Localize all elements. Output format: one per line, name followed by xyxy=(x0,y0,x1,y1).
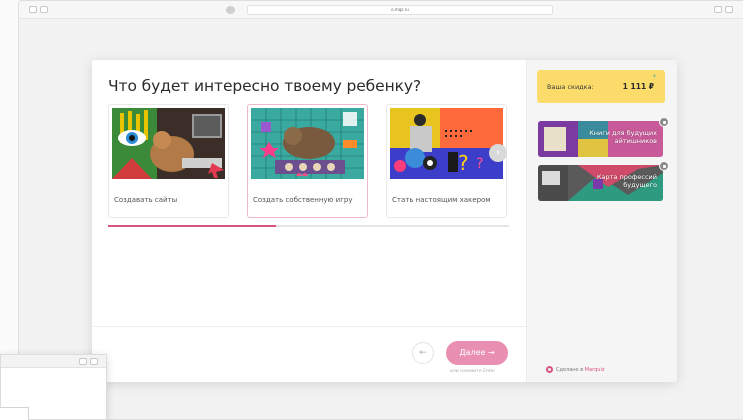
window-controls xyxy=(29,6,48,13)
option-image: ? ? xyxy=(390,108,503,179)
bonus-card-map[interactable]: Карта профессий будущего xyxy=(538,165,663,201)
back-button[interactable]: ← xyxy=(412,342,434,364)
next-button[interactable]: Далее → xyxy=(446,341,508,365)
sparkle-icon: ✦ xyxy=(651,73,657,80)
marquiz-logo-icon xyxy=(546,366,553,373)
option-card-websites[interactable]: Создавать сайты xyxy=(108,104,229,218)
svg-text:?: ? xyxy=(458,151,469,175)
quiz-sidebar: ✦ Ваша скидка: 1 111 ₽ Книги для будущих… xyxy=(526,60,677,382)
lock-icon xyxy=(659,117,669,127)
quiz-card: Что будет интересно твоему ребенку? Созд… xyxy=(92,60,677,382)
bonus-label: Карта профессий будущего xyxy=(596,173,657,189)
chevron-right-icon: › xyxy=(496,147,500,158)
browser-actions xyxy=(714,6,733,13)
progress-fill xyxy=(108,225,277,227)
lock-icon xyxy=(659,161,669,171)
question-title: Что будет интересно твоему ребенку? xyxy=(108,77,422,95)
option-image xyxy=(112,108,225,179)
quiz-main: Что будет интересно твоему ребенку? Созд… xyxy=(92,60,526,382)
option-label: Стать настоящим хакером xyxy=(392,196,491,204)
option-card-game[interactable]: Создать собственную игру xyxy=(247,104,368,218)
extension-button[interactable] xyxy=(714,6,722,13)
background-window-titlebar xyxy=(1,355,106,368)
discount-box: ✦ Ваша скидка: 1 111 ₽ xyxy=(537,70,665,103)
address-bar[interactable]: o.mqz.ru xyxy=(247,5,553,15)
window-control-button[interactable] xyxy=(79,358,87,365)
bonus-card-books[interactable]: Книги для будущих айтишников xyxy=(538,121,663,157)
discount-label: Ваша скидка: xyxy=(547,83,594,91)
svg-text:?: ? xyxy=(476,156,483,172)
made-with-link[interactable]: Сделано в Marquiz xyxy=(556,367,604,373)
enter-hint: или нажмите Enter xyxy=(450,369,496,374)
carousel-next-button[interactable]: › xyxy=(489,144,507,162)
made-with-prefix: Сделано в xyxy=(556,367,585,373)
made-with-brand: Marquiz xyxy=(584,367,605,373)
option-image xyxy=(251,108,364,179)
background-window-field xyxy=(0,407,29,420)
window-control-button[interactable] xyxy=(29,6,37,13)
option-card-hacker[interactable]: ? ? Стать настоящим хакером xyxy=(386,104,507,218)
window-control-button[interactable] xyxy=(90,358,98,365)
window-control-button[interactable] xyxy=(40,6,48,13)
menu-button[interactable] xyxy=(725,6,733,13)
progress-bar xyxy=(108,225,509,227)
shield-icon xyxy=(226,6,235,14)
option-label: Создавать сайты xyxy=(114,196,178,204)
discount-value: 1 111 ₽ xyxy=(622,82,654,91)
arrow-left-icon: ← xyxy=(419,348,427,358)
background-window xyxy=(0,354,107,420)
browser-titlebar: o.mqz.ru xyxy=(19,1,743,19)
footer-divider xyxy=(92,326,526,327)
bonus-label: Книги для будущих айтишников xyxy=(589,129,657,145)
option-label: Создать собственную игру xyxy=(253,196,353,204)
